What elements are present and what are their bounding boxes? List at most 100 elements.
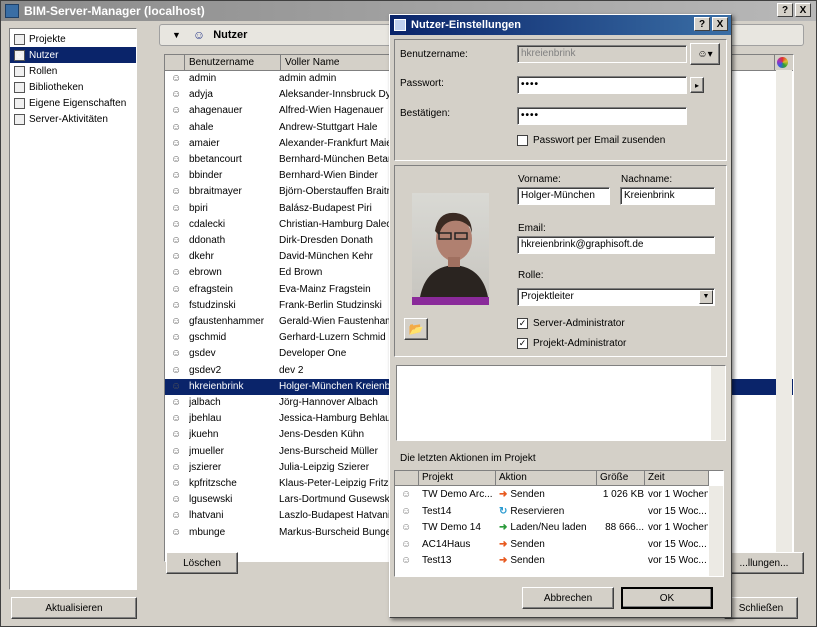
close-window-button[interactable]: X — [795, 3, 811, 17]
username-cell: jalbach — [189, 397, 221, 408]
username-cell: ahagenauer — [189, 105, 243, 117]
nav-item-label: Bibliotheken — [29, 81, 84, 93]
user-icon: ☺ — [171, 154, 182, 165]
actions-scrollbar[interactable] — [709, 486, 723, 576]
notes-scrollbar[interactable] — [711, 366, 725, 440]
app-title: BIM-Server-Manager (localhost) — [24, 4, 205, 18]
user-icon: ☺ — [171, 364, 182, 376]
dialog-title: Nutzer-Einstellungen — [411, 19, 522, 31]
close-button[interactable]: Schließen — [724, 597, 798, 619]
password-field[interactable]: •••• — [517, 76, 687, 94]
dialog-icon — [394, 19, 406, 31]
role-select[interactable]: Projektleiter ▼ — [517, 288, 715, 306]
person-portrait — [420, 212, 488, 297]
user-icon: ☺ — [171, 461, 182, 473]
list-item[interactable]: ☺ TW Demo Arc... ➜ Senden 1 026 KB vor 1 Woch… — [395, 487, 723, 503]
username-cell: ebrown — [189, 267, 222, 279]
action-time-cell: vor 1 Wochen — [648, 489, 708, 500]
column-header-username[interactable]: Benutzername — [185, 55, 281, 71]
lastname-field[interactable]: Kreienbrink — [620, 187, 715, 205]
firstname-field[interactable]: Holger-München — [517, 187, 610, 205]
dialog-help-button[interactable]: ? — [694, 17, 710, 31]
user-select-button[interactable]: ☺▾ — [690, 43, 720, 65]
username-cell: bbraitmayer — [189, 186, 242, 198]
username-cell: ddonath — [189, 235, 226, 246]
delete-button[interactable]: Löschen — [166, 552, 238, 574]
email-password-checkbox[interactable] — [517, 135, 528, 146]
action-arrow-icon: ➜ — [499, 555, 508, 566]
nav-item-eigenschaften[interactable]: Eigene Eigenschaften — [10, 95, 136, 111]
action-arrow-icon: ➜ — [499, 522, 508, 533]
action-column-time[interactable]: Zeit — [645, 471, 709, 486]
action-type-label: Senden — [510, 538, 545, 550]
username-cell: lgusewski — [189, 494, 233, 506]
collapse-triangle-icon[interactable]: ▼ — [172, 30, 181, 40]
section-title: Nutzer — [213, 29, 248, 41]
chevron-down-icon[interactable]: ▼ — [699, 290, 713, 304]
password-arrow-button[interactable]: ▸ — [690, 77, 704, 93]
activity-icon — [14, 113, 25, 125]
username-cell: gsdev2 — [189, 364, 222, 376]
user-icon: ☺ — [171, 397, 182, 408]
list-item[interactable]: ☺ AC14Haus ➜ Senden vor 15 Woc... — [395, 537, 723, 553]
user-settings-button[interactable]: ...llungen... — [724, 552, 804, 574]
firstname-label: Vorname: — [518, 174, 561, 185]
user-icon: ☺ — [171, 251, 182, 263]
user-icon: ☺ — [171, 510, 182, 522]
action-time-cell: vor 15 Woc... — [648, 555, 707, 566]
server-admin-label: Server-Administrator — [533, 318, 625, 329]
folder-open-icon: 📂 — [408, 322, 424, 336]
user-icon: ☺ — [171, 137, 182, 149]
help-button[interactable]: ? — [777, 3, 793, 17]
username-cell: ahale — [189, 121, 214, 133]
role-label: Rolle: — [518, 270, 544, 281]
action-arrow-icon: ↻ — [499, 505, 508, 517]
server-admin-checkbox[interactable]: ✓ — [517, 318, 528, 329]
action-type-cell: ➜ Senden — [499, 553, 597, 569]
action-time-cell: vor 15 Woc... — [648, 538, 707, 550]
lastname-label: Nachname: — [621, 174, 673, 185]
nav-item-rollen[interactable]: Rollen — [10, 63, 136, 79]
action-column-size[interactable]: Größe — [597, 471, 645, 486]
notes-textarea[interactable] — [396, 365, 726, 441]
nav-item-projekte[interactable]: Projekte — [10, 31, 136, 47]
action-size-cell: 1 026 KB — [602, 489, 644, 500]
action-column-action[interactable]: Aktion — [496, 471, 597, 486]
ok-button[interactable]: OK — [621, 587, 713, 609]
action-column-project[interactable]: Projekt — [419, 471, 496, 486]
username-label: Benutzername: — [400, 49, 468, 60]
project-admin-checkbox[interactable]: ✓ — [517, 338, 528, 349]
list-item[interactable]: ☺ TW Demo 14 ➜ Laden/Neu laden 88 666... vor … — [395, 520, 723, 536]
user-icon: ☺ — [171, 478, 182, 489]
action-project-cell: TW Demo Arc... — [422, 489, 493, 500]
nav-item-nutzer[interactable]: ☺ Nutzer — [10, 47, 136, 63]
user-icon: ☺ — [171, 494, 182, 506]
vertical-scrollbar[interactable] — [776, 70, 792, 562]
action-size-cell — [598, 504, 644, 520]
user-icon: ☺ — [171, 186, 182, 198]
nav-item-server-aktivitaeten[interactable]: Server-Aktivitäten — [10, 111, 136, 127]
user-icon: ☺ — [401, 522, 412, 533]
roles-icon — [14, 65, 25, 77]
cancel-button[interactable]: Abbrechen — [522, 587, 614, 609]
action-size-cell — [598, 537, 644, 553]
column-header-label: Benutzername — [189, 57, 255, 68]
action-type-label: Reservieren — [510, 505, 565, 517]
nav-item-label: Eigene Eigenschaften — [29, 97, 127, 109]
user-icon: ☺ — [171, 105, 182, 117]
list-item[interactable]: ☺ Test14 ↻ Reservieren vor 15 Woc... — [395, 504, 723, 520]
projects-icon — [14, 33, 25, 45]
refresh-button[interactable]: Aktualisieren — [11, 597, 137, 619]
confirm-password-field[interactable]: •••• — [517, 107, 687, 125]
column-header-icon — [165, 55, 185, 71]
properties-icon — [14, 97, 25, 109]
email-password-label: Passwort per Email zusenden — [533, 135, 666, 146]
dialog-close-button[interactable]: X — [712, 17, 728, 31]
list-item[interactable]: ☺ Test13 ➜ Senden vor 15 Woc... — [395, 553, 723, 569]
open-photo-button[interactable]: 📂 — [404, 318, 428, 340]
nav-item-bibliotheken[interactable]: Bibliotheken — [10, 79, 136, 95]
column-header-color[interactable] — [775, 55, 793, 71]
email-field[interactable]: hkreienbrink@graphisoft.de — [517, 236, 715, 254]
action-project-cell: Test14 — [422, 505, 452, 517]
username-cell: adyja — [189, 89, 213, 101]
